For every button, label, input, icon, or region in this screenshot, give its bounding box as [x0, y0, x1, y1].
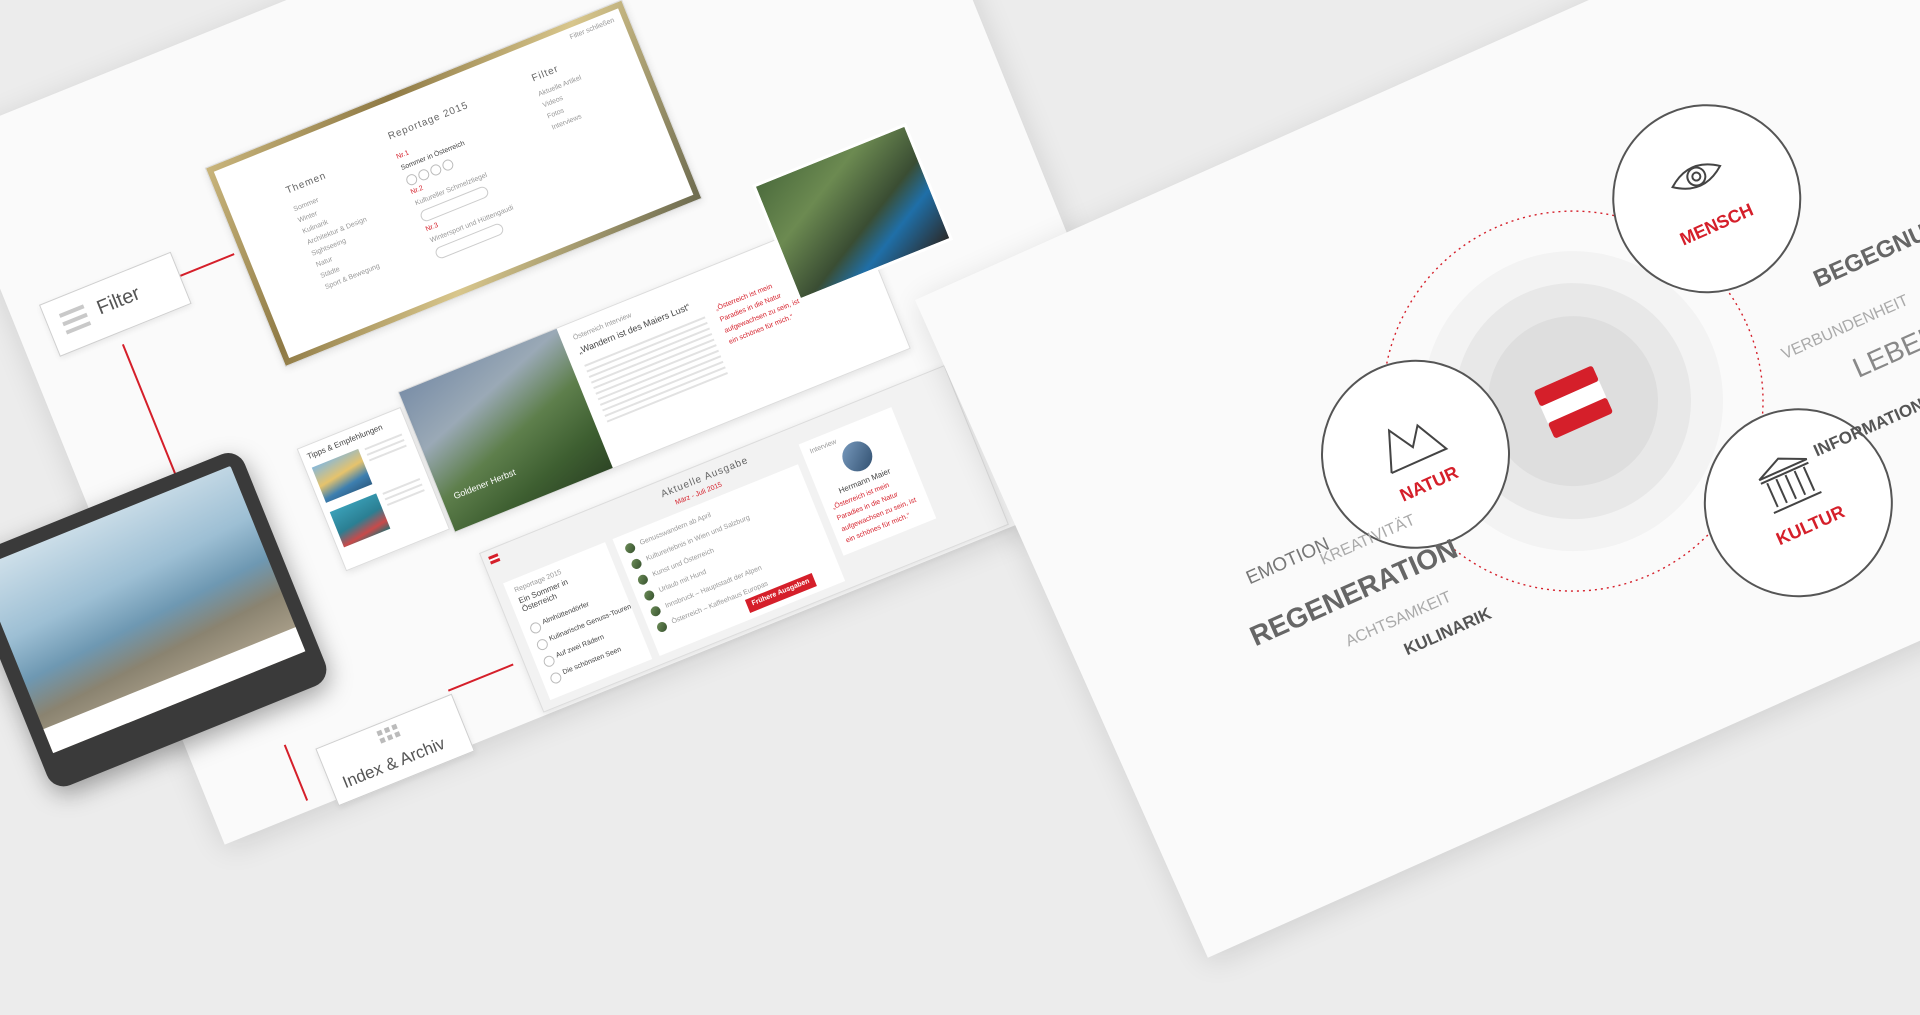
menu-icon: [58, 304, 92, 335]
photo-caption: Goldener Herbst: [452, 467, 518, 502]
grid-icon: [376, 723, 405, 752]
brand-values-sheet: NATUR MENSCH KULTUR EMOTION KREATIVITÄT …: [915, 0, 1920, 958]
connector-line: [447, 663, 514, 692]
avatar: [837, 436, 877, 476]
tips-text: [382, 477, 426, 510]
themes-list: Sommer Winter Kulinarik Architektur & De…: [292, 181, 387, 294]
close-filter-link[interactable]: Filter schließen: [568, 15, 617, 44]
interview-label: Interview: [809, 438, 838, 456]
topics-column: Genusswandern ab April Kulturerlebnis in…: [612, 464, 846, 656]
index-archive-label-box[interactable]: Index & Archiv: [315, 693, 475, 807]
city-photo: [311, 448, 373, 503]
filter-label-box[interactable]: Filter: [38, 251, 192, 357]
tips-text: [364, 433, 408, 465]
connector-line: [283, 744, 309, 801]
mensch-label: MENSCH: [1676, 199, 1757, 250]
article-text: [584, 316, 729, 426]
eye-icon: [1671, 163, 1722, 190]
water-photo: [329, 493, 391, 548]
flag-logo-icon: [488, 553, 501, 565]
connector-line: [178, 253, 235, 278]
person-quote: „Österreich ist mein Paradies in die Nat…: [831, 481, 918, 545]
filter-label: Filter: [93, 282, 144, 320]
